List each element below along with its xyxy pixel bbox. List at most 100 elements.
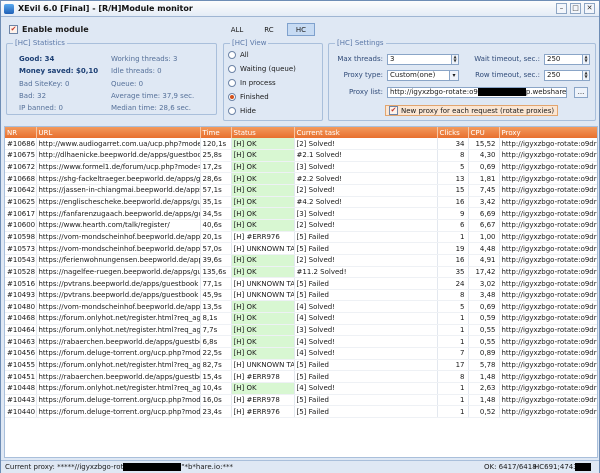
column-header[interactable]: Current task [294, 127, 438, 138]
table-cell: http://igyxzbgo-rotate:o9dr [499, 219, 597, 232]
table-row[interactable]: #10493 https://pvtrans.beepworld.de/apps/… [5, 289, 597, 302]
column-header[interactable]: URL [36, 127, 201, 138]
app-window: XEvil 6.0 [Final] - [R/H]Module monitor … [0, 0, 600, 473]
table-row[interactable]: #10600 https://www.hearth.com/talk/regist… [5, 219, 597, 232]
new-proxy-toggle[interactable]: ✔ New proxy for each request (rotate pro… [385, 105, 559, 116]
table-row[interactable]: #10668 https://shg-fackeltraeger.beepworl… [5, 172, 597, 186]
view-option-waiting[interactable]: Waiting (queue) [228, 65, 296, 73]
table-row[interactable]: #10440 https://forum.deluge-torrent.org/u… [5, 405, 597, 418]
table-row[interactable]: #10480 https://vom-mondscheinhof.beepworl… [5, 300, 597, 314]
row-timeout-input[interactable]: 250 ▲ ▼ [544, 70, 590, 81]
table-cell: 24 [437, 277, 469, 290]
table-row[interactable]: #10625 https://englischescheke.beepworld.… [5, 196, 597, 209]
table-cell: 77,1s [200, 277, 232, 290]
table-cell: #2.2 Solved! [294, 172, 438, 186]
view-option-in-process[interactable]: In process [228, 79, 276, 87]
current-proxy-start: Current proxy: *****//igyxzbgo-rot [5, 463, 124, 471]
table-cell: [H] OK [231, 138, 295, 151]
table-cell: 4,30 [468, 149, 500, 162]
table-cell: #10516 [5, 277, 37, 290]
window-title: XEvil 6.0 [Final] - [R/H]Module monitor [18, 4, 193, 13]
enable-module-toggle[interactable]: ✔ Enable module [9, 25, 89, 34]
table-cell: 6,69 [468, 207, 500, 220]
proxy-list-label: Proxy list: [348, 88, 383, 96]
table-body: #10686 http://www.audiogarret.com.ua/ucp.… [5, 138, 597, 418]
proxy-list-browse-button[interactable]: ... [574, 87, 588, 98]
maximize-icon[interactable]: □ [570, 3, 581, 14]
app-icon [4, 4, 14, 14]
wait-timeout-input[interactable]: 250 ▲ ▼ [544, 54, 590, 65]
column-header[interactable]: Proxy [499, 127, 597, 138]
table-row[interactable]: #10451 https://rabaerchen.beepworld.de/ap… [5, 370, 597, 383]
table-cell: 13 [437, 172, 469, 186]
table-row[interactable]: #10672 https://www.formel1.de/forum/ucp.p… [5, 161, 597, 174]
table-cell: 0,55 [468, 335, 500, 349]
table-cell: [H] UNKNOWN TASK [231, 289, 295, 302]
checkbox-checked-icon[interactable]: ✔ [389, 106, 398, 115]
table-row[interactable]: #10598 https://vom-mondscheinhof.beepworl… [5, 231, 597, 244]
checkbox-checked-icon[interactable]: ✔ [9, 25, 18, 34]
table-row[interactable]: #10468 https://forum.onlyhot.net/register… [5, 312, 597, 325]
radio-icon[interactable] [228, 79, 236, 87]
column-header[interactable]: CPU [468, 127, 500, 138]
table-cell: [5] Failed [294, 231, 438, 244]
close-icon[interactable]: ✕ [584, 3, 595, 14]
table-cell: [4] Solved! [294, 300, 438, 314]
column-header[interactable]: NR [5, 127, 37, 138]
table-row[interactable]: #10443 https://forum.deluge-torrent.org/u… [5, 394, 597, 407]
table-cell: http://igyxzbgo-rotate:o9dr [499, 370, 597, 383]
tab-rc[interactable]: RC [255, 23, 283, 36]
new-proxy-label: New proxy for each request (rotate proxi… [401, 106, 555, 115]
table-cell: https://forum.onlyhot.net/register.html?… [36, 382, 201, 395]
view-option-label: Hide [240, 107, 256, 115]
table-cell: 6 [437, 219, 469, 232]
redacted-block-end [575, 463, 591, 471]
table-row[interactable]: #10448 https://forum.onlyhot.net/register… [5, 382, 597, 395]
tab-hc[interactable]: HC [287, 23, 315, 36]
spinner-icon[interactable]: ▲ ▼ [582, 71, 589, 80]
table-row[interactable]: #10543 https://ferienwohnungensen.beepwor… [5, 254, 597, 267]
max-threads-input[interactable]: 3 ▲ ▼ [387, 54, 459, 65]
proxy-list-input[interactable]: http://igyxzbgo-rotate:o9 p.webshare.io:8… [387, 87, 567, 98]
table-cell: 23,4s [200, 405, 232, 418]
table-row[interactable]: #10617 https://fanfarenzugaach.beepworld.… [5, 207, 597, 220]
table-row[interactable]: #10455 https://forum.onlyhot.net/register… [5, 359, 597, 372]
table-cell: 17 [437, 359, 469, 372]
stat-queue: Queue: 0 [111, 80, 144, 88]
view-option-hide[interactable]: Hide [228, 107, 256, 115]
chevron-down-icon[interactable]: ▾ [449, 71, 458, 80]
proxy-type-select[interactable]: Custom(one) ▾ [387, 70, 459, 81]
table-row[interactable]: #10528 https://nagelfee-ruegen.beepworld.… [5, 266, 597, 279]
table-cell: #10456 [5, 347, 37, 360]
column-header[interactable]: Status [231, 127, 295, 138]
table-cell: 3,42 [468, 196, 500, 209]
table-row[interactable]: #10573 https://vom-mondscheinhof.beepworl… [5, 242, 597, 255]
view-option-finished[interactable]: Finished [228, 93, 269, 101]
radio-selected-icon[interactable] [228, 93, 236, 101]
radio-icon[interactable] [228, 107, 236, 115]
table-row[interactable]: #10516 https://pvtrans.beepworld.de/apps/… [5, 277, 597, 290]
column-header[interactable]: Clicks [437, 127, 469, 138]
table-cell: #10493 [5, 289, 37, 302]
radio-icon[interactable] [228, 51, 236, 59]
table-cell: https://vom-mondscheinhof.beepworld.de/a… [36, 231, 201, 244]
table-cell: #10573 [5, 242, 37, 255]
column-header[interactable]: Time [200, 127, 232, 138]
table-cell: https://forum.deluge-torrent.org/ucp.php… [36, 394, 201, 407]
table-row[interactable]: #10675 http://dlhaenicke.beepworld.de/app… [5, 149, 597, 162]
view-option-all[interactable]: All [228, 51, 249, 59]
radio-icon[interactable] [228, 65, 236, 73]
table-row[interactable]: #10464 https://forum.onlyhot.net/register… [5, 324, 597, 337]
spinner-icon[interactable]: ▲ ▼ [582, 55, 589, 64]
minimize-icon[interactable]: – [556, 3, 567, 14]
table-cell: #10480 [5, 300, 37, 314]
table-row[interactable]: #10456 https://forum.deluge-torrent.org/u… [5, 347, 597, 360]
table-cell: #10448 [5, 382, 37, 395]
table-row[interactable]: #10463 https://rabaerchen.beepworld.de/ap… [5, 335, 597, 349]
table-row[interactable]: #10686 http://www.audiogarret.com.ua/ucp.… [5, 138, 597, 151]
spinner-icon[interactable]: ▲ ▼ [451, 55, 458, 64]
table-cell: #10625 [5, 196, 37, 209]
tab-all[interactable]: ALL [223, 23, 251, 36]
table-row[interactable]: #10642 https://jassen-in-chiangmai.beepwo… [5, 184, 597, 197]
table-cell: https://englischescheke.beepworld.de/app… [36, 196, 201, 209]
